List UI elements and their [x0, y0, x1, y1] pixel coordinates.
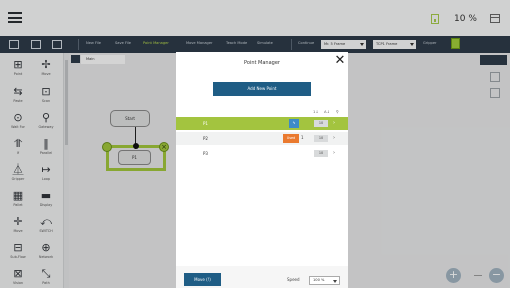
move-button[interactable]: Move (!) [184, 273, 221, 286]
search-icon[interactable]: ⚲ [336, 109, 339, 114]
point-used-badge: Used [283, 134, 299, 143]
point-speed-select[interactable]: 10 [314, 120, 328, 127]
app-root: 10 % New File Save File Point Manager Mo… [0, 0, 510, 288]
edit-point-icon[interactable]: ✎ [289, 119, 299, 128]
point-speed-select[interactable]: 10 [314, 150, 328, 157]
point-usage-count: 1 [301, 135, 304, 140]
point-row[interactable]: P1 ✎ 10 › [176, 117, 348, 130]
speed-label: Speed [287, 277, 300, 282]
dialog-title: Point Manager [244, 60, 280, 66]
point-name: P2 [203, 136, 208, 141]
point-name: P1 [203, 121, 208, 126]
point-row[interactable]: P3 10 › [176, 147, 348, 160]
speed-select[interactable]: 100 % [309, 276, 340, 285]
chevron-right-icon[interactable]: › [333, 120, 335, 127]
point-name: P3 [203, 151, 208, 156]
point-speed-select[interactable]: 10 [314, 135, 328, 142]
chevron-down-icon [333, 280, 337, 283]
sort-by-number-button[interactable]: 1↓ [313, 109, 319, 114]
add-new-point-button[interactable]: Add New Point [213, 82, 311, 96]
sort-by-name-button[interactable]: A↓ [324, 109, 330, 114]
point-row[interactable]: P2 Used 1 10 › [176, 132, 348, 145]
close-icon[interactable]: ✕ [334, 54, 346, 67]
chevron-right-icon[interactable]: › [333, 135, 335, 142]
speed-select-value: 100 % [313, 278, 325, 282]
chevron-right-icon[interactable]: › [333, 150, 335, 157]
point-manager-dialog: Point Manager ✕ Add New Point 1↓ A↓ ⚲ P1… [176, 52, 348, 288]
